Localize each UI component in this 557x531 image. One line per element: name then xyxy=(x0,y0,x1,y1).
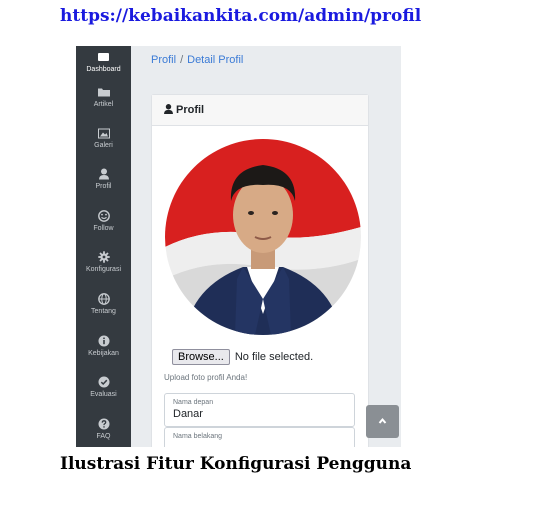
sidebar-item-follow[interactable]: Follow xyxy=(76,210,131,233)
profile-card: Profil Browse... No file selected. Uploa… xyxy=(151,94,369,447)
sidebar-item-label: FAQ xyxy=(96,433,111,440)
url-caption: https://kebaikankita.com/admin/profil xyxy=(60,6,422,26)
breadcrumb-current: Detail Profil xyxy=(187,54,244,66)
sidebar-item-profil[interactable]: Profil xyxy=(76,168,131,191)
dashboard-icon xyxy=(98,53,109,61)
breadcrumb-separator: / xyxy=(180,54,184,66)
sidebar-item-artikel[interactable]: Artikel xyxy=(76,86,131,109)
smile-icon xyxy=(97,210,110,222)
profile-photo xyxy=(165,139,361,335)
sidebar-item-label: Follow xyxy=(93,225,114,232)
sidebar-item-label: Dashboard xyxy=(86,66,121,73)
first-name-field[interactable]: Nama depan Danar xyxy=(164,393,355,427)
file-input[interactable]: Browse... No file selected. xyxy=(172,349,313,365)
globe-icon xyxy=(97,293,110,305)
scroll-to-top-button[interactable] xyxy=(366,405,399,438)
sidebar-item-label: Galeri xyxy=(94,142,113,149)
sidebar-item-label: Kebijakan xyxy=(88,350,119,357)
breadcrumb: Profil / Detail Profil xyxy=(141,46,399,75)
gear-icon xyxy=(97,251,110,263)
sidebar-item-label: Artikel xyxy=(93,101,114,108)
question-icon xyxy=(98,418,109,430)
sidebar: Dashboard Artikel Galeri Profil Follow K… xyxy=(76,46,131,447)
last-name-label: Nama belakang xyxy=(173,433,223,440)
sidebar-item-label: Konfigurasi xyxy=(85,266,122,273)
sidebar-item-kebijakan[interactable]: Kebijakan xyxy=(76,335,131,358)
card-title: Profil xyxy=(176,104,205,116)
sidebar-item-label: Evaluasi xyxy=(90,391,117,398)
breadcrumb-root-link[interactable]: Profil xyxy=(151,54,176,66)
card-header: Profil xyxy=(152,95,368,126)
first-name-label: Nama depan xyxy=(173,399,214,406)
chevron-up-icon xyxy=(378,417,387,424)
sidebar-item-konfigurasi[interactable]: Konfigurasi xyxy=(76,251,131,274)
main-content: Profil / Detail Profil Profil Browse... … xyxy=(131,46,401,447)
info-icon xyxy=(98,335,109,347)
sidebar-item-label: Tentang xyxy=(91,308,116,315)
user-icon xyxy=(164,104,173,114)
sidebar-item-tentang[interactable]: Tentang xyxy=(76,293,131,316)
sidebar-item-dashboard[interactable]: Dashboard xyxy=(76,51,131,74)
sidebar-item-label: Profil xyxy=(95,183,112,190)
figure-caption: Ilustrasi Fitur Konfigurasi Pengguna xyxy=(60,454,412,474)
admin-screenshot: Dashboard Artikel Galeri Profil Follow K… xyxy=(76,46,401,447)
sidebar-item-faq[interactable]: FAQ xyxy=(76,418,131,441)
gallery-icon xyxy=(97,128,110,139)
upload-hint: Upload foto profil Anda! xyxy=(164,373,248,382)
sidebar-item-galeri[interactable]: Galeri xyxy=(76,127,131,150)
folder-icon xyxy=(97,88,110,97)
user-icon xyxy=(98,168,109,180)
last-name-field[interactable]: Nama belakang xyxy=(164,427,355,447)
first-name-value: Danar xyxy=(173,408,203,420)
file-status: No file selected. xyxy=(234,351,314,363)
check-circle-icon xyxy=(98,376,109,388)
sidebar-item-evaluasi[interactable]: Evaluasi xyxy=(76,376,131,399)
browse-button[interactable]: Browse... xyxy=(172,349,230,365)
